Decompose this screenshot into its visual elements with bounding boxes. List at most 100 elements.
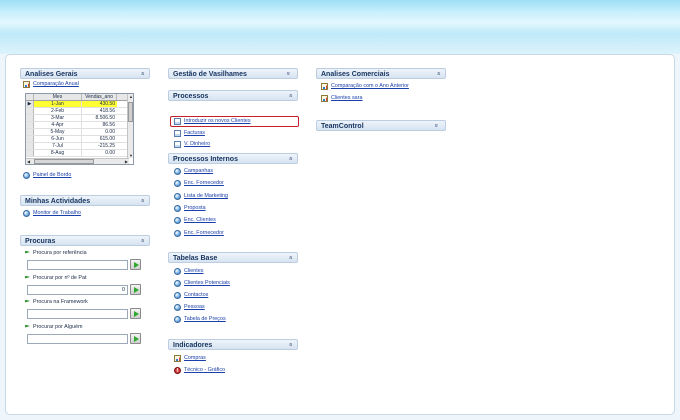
collapse-chevron-icon[interactable] bbox=[286, 254, 294, 262]
indicadores-item[interactable]: ! Técnico - Gráfico bbox=[174, 367, 225, 374]
link-label: Monitor de Trabalho bbox=[33, 210, 81, 216]
table-row[interactable]: 4-Apr 86.56 bbox=[26, 122, 129, 129]
collapse-chevron-icon[interactable] bbox=[138, 197, 146, 205]
search-input-referencia[interactable] bbox=[27, 260, 128, 270]
processos-item[interactable]: Facturas bbox=[174, 130, 205, 137]
cell-vendas[interactable]: 86.56 bbox=[82, 122, 117, 128]
horizontal-scrollbar[interactable]: ◀ ▶ bbox=[26, 158, 129, 164]
processos-item[interactable]: V. Dinheiro bbox=[174, 141, 210, 148]
table-row[interactable]: 3-Mar 8.506.50 bbox=[26, 115, 129, 122]
current-row-arrow-icon[interactable]: ▶ bbox=[26, 101, 34, 107]
tabelas-base-item[interactable]: Pessoas bbox=[174, 304, 205, 311]
analises-comerciais-item[interactable]: Clientes sara bbox=[321, 95, 362, 102]
panel-procuras: Procuras Procura por referência Procurar… bbox=[20, 235, 150, 351]
search-input-framework[interactable] bbox=[27, 309, 128, 319]
cell-vendas[interactable]: -215.25 bbox=[82, 143, 117, 149]
cell-mes[interactable]: 4-Apr bbox=[34, 122, 82, 128]
processos-internos-item[interactable]: Proposta bbox=[174, 205, 206, 212]
panel-header[interactable]: TeamControl bbox=[316, 120, 446, 131]
scroll-thumb[interactable] bbox=[128, 102, 133, 122]
panel-title: Processos bbox=[173, 93, 209, 100]
row-selector[interactable] bbox=[26, 143, 34, 149]
table-row[interactable]: ▶ 1-Jan 430.50 bbox=[26, 101, 129, 108]
collapse-chevron-icon[interactable] bbox=[286, 155, 294, 163]
cell-mes[interactable]: 1-Jan bbox=[34, 101, 82, 107]
scroll-thumb[interactable] bbox=[34, 159, 94, 164]
cell-vendas[interactable]: 8.506.50 bbox=[82, 115, 117, 121]
row-selector[interactable] bbox=[26, 129, 34, 135]
table-row[interactable]: 7-Jul -215.25 bbox=[26, 143, 129, 150]
scroll-up-icon[interactable]: ▲ bbox=[129, 94, 133, 99]
tabelas-base-item[interactable]: Clientes Potenciais bbox=[174, 280, 230, 287]
cell-vendas[interactable]: 418.56 bbox=[82, 108, 117, 114]
tabelas-base-item[interactable]: Clientes bbox=[174, 268, 203, 275]
row-selector[interactable] bbox=[26, 150, 34, 156]
panel-header[interactable]: Minhas Actividades bbox=[20, 195, 150, 206]
row-selector[interactable] bbox=[26, 115, 34, 121]
cell-mes[interactable]: 6-Jun bbox=[34, 136, 82, 142]
cell-mes[interactable]: 7-Jul bbox=[34, 143, 82, 149]
table-row[interactable]: 2-Feb 418.56 bbox=[26, 108, 129, 115]
search-input-pat[interactable]: 0 bbox=[27, 285, 128, 295]
indicadores-item[interactable]: Compras bbox=[174, 355, 206, 362]
go-arrow-icon[interactable] bbox=[130, 333, 141, 344]
sales-grid[interactable]: Mes Vendas_ano ▶ 1-Jan 430.50 2-Feb 418.56 3-… bbox=[25, 93, 134, 165]
analises-comerciais-item[interactable]: Comparação com o Ano Anterior bbox=[321, 83, 409, 90]
processos-internos-item[interactable]: Campanhas bbox=[174, 168, 213, 175]
table-row[interactable]: 6-Jun 615.00 bbox=[26, 136, 129, 143]
go-arrow-icon[interactable] bbox=[130, 308, 141, 319]
link-label: Clientes Potenciais bbox=[184, 280, 230, 286]
processos-item[interactable]: Introduzir os novos Clientes bbox=[174, 118, 251, 125]
cell-vendas[interactable]: 615.00 bbox=[82, 136, 117, 142]
row-selector[interactable] bbox=[26, 122, 34, 128]
table-row[interactable]: 5-May 0.00 bbox=[26, 129, 129, 136]
processos-internos-item[interactable]: Enc. Clientes bbox=[174, 217, 216, 224]
comparacao-anual-link[interactable]: Comparação Anual bbox=[23, 81, 79, 88]
go-arrow-icon[interactable] bbox=[130, 259, 141, 270]
processos-internos-item[interactable]: Enc. Fornecedor bbox=[174, 230, 224, 237]
collapse-chevron-icon[interactable] bbox=[286, 341, 294, 349]
panel-title: Analises Gerais bbox=[25, 71, 78, 78]
table-row[interactable]: 8-Aug 0.00 bbox=[26, 150, 129, 157]
tabelas-base-item[interactable]: Tabela de Preços bbox=[174, 316, 226, 323]
search-input-alguem[interactable] bbox=[27, 334, 128, 344]
panel-header[interactable]: Analises Comerciais bbox=[316, 68, 446, 79]
expand-chevron-icon[interactable] bbox=[434, 122, 442, 130]
cell-mes[interactable]: 5-May bbox=[34, 129, 82, 135]
panel-analises-gerais: Analises Gerais Comparação Anual Mes Ven… bbox=[20, 68, 150, 189]
link-label: Contactos bbox=[184, 292, 209, 298]
monitor-de-trabalho-link[interactable]: Monitor de Trabalho bbox=[23, 210, 81, 217]
cell-vendas[interactable]: 0.00 bbox=[82, 150, 117, 156]
go-arrow-icon[interactable] bbox=[130, 284, 141, 295]
cell-mes[interactable]: 2-Feb bbox=[34, 108, 82, 114]
collapse-chevron-icon[interactable] bbox=[138, 237, 146, 245]
panel-header[interactable]: Gestão de Vasilhames bbox=[168, 68, 298, 79]
collapse-chevron-icon[interactable] bbox=[138, 70, 146, 78]
processos-internos-item[interactable]: Lista de Marketing bbox=[174, 193, 228, 200]
cell-vendas[interactable]: 430.50 bbox=[82, 101, 117, 107]
search-label-row: Procurar por nº de Pat bbox=[25, 275, 87, 281]
panel-header[interactable]: Indicadores bbox=[168, 339, 298, 350]
panel-header[interactable]: Processos Internos bbox=[168, 153, 298, 164]
processos-internos-item[interactable]: Enc. Fornecedor bbox=[174, 180, 224, 187]
panel-header[interactable]: Procuras bbox=[20, 235, 150, 246]
panel-header[interactable]: Processos bbox=[168, 90, 298, 101]
cell-mes[interactable]: 3-Mar bbox=[34, 115, 82, 121]
tabelas-base-item[interactable]: Contactos bbox=[174, 292, 208, 299]
painel-de-bordo-link[interactable]: Painel de Bordo bbox=[23, 172, 71, 179]
vertical-scrollbar[interactable]: ▲ ▼ bbox=[127, 94, 133, 158]
scroll-left-icon[interactable]: ◀ bbox=[27, 159, 30, 164]
collapse-chevron-icon[interactable] bbox=[434, 70, 442, 78]
panel-header[interactable]: Tabelas Base bbox=[168, 252, 298, 263]
cell-mes[interactable]: 8-Aug bbox=[34, 150, 82, 156]
collapse-chevron-icon[interactable] bbox=[286, 92, 294, 100]
panel-header[interactable]: Analises Gerais bbox=[20, 68, 150, 79]
scroll-right-icon[interactable]: ▶ bbox=[125, 159, 128, 164]
panel-teamcontrol: TeamControl bbox=[316, 120, 446, 131]
row-selector[interactable] bbox=[26, 136, 34, 142]
globe-icon bbox=[174, 230, 181, 237]
cell-vendas[interactable]: 0.00 bbox=[82, 129, 117, 135]
expand-chevron-icon[interactable] bbox=[286, 70, 294, 78]
scroll-down-icon[interactable]: ▼ bbox=[129, 153, 133, 158]
row-selector[interactable] bbox=[26, 108, 34, 114]
